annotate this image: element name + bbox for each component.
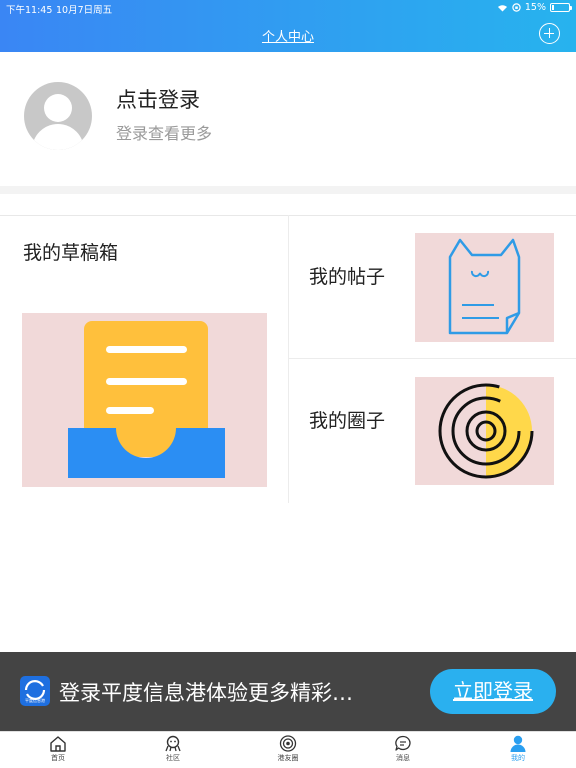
status-right: 15% [497, 2, 572, 13]
grid-divider-vertical [288, 215, 289, 503]
header: 下午11:45 10月7日周五 15% 个人中心 [0, 0, 576, 52]
wifi-icon [497, 3, 508, 12]
status-date: 10月7日周五 [56, 5, 113, 16]
person-icon [510, 735, 526, 752]
status-bar: 下午11:45 10月7日周五 15% [0, 0, 576, 16]
grid-divider-horizontal [289, 358, 576, 359]
circles-label[interactable]: 我的圈子 [309, 406, 385, 433]
tab-bar: 首页 社区 港友圈 消息 我的 [0, 731, 576, 768]
battery-percent: 15% [524, 2, 546, 13]
circles-ring-icon[interactable] [415, 377, 554, 485]
friends-circle-icon [279, 735, 297, 752]
tab-messages-label: 消息 [396, 754, 410, 762]
posts-label[interactable]: 我的帖子 [309, 262, 385, 289]
app-logo-text: 平度信息港 [25, 698, 45, 703]
home-icon [50, 736, 66, 752]
community-icon [165, 735, 181, 752]
banner-text: 登录平度信息港体验更多精彩… [59, 681, 353, 705]
tab-home-label: 首页 [51, 754, 65, 762]
message-icon [395, 735, 411, 751]
battery-level [552, 5, 554, 10]
page-title: 个人中心 [261, 30, 314, 45]
add-button[interactable] [539, 23, 560, 44]
app-logo-icon: 平度信息港 [20, 676, 50, 706]
tab-community-label: 社区 [166, 754, 180, 762]
section-divider [0, 186, 576, 194]
tab-mine[interactable]: 我的 [488, 735, 548, 768]
profile-login-section[interactable]: 点击登录 登录查看更多 [0, 52, 576, 186]
drafts-inbox-icon[interactable] [22, 313, 267, 487]
login-subtitle: 登录查看更多 [116, 124, 213, 143]
tab-home[interactable]: 首页 [28, 735, 88, 768]
tab-community[interactable]: 社区 [143, 735, 203, 768]
tab-friends-circle-label: 港友圈 [277, 754, 299, 762]
login-title[interactable]: 点击登录 [116, 84, 200, 114]
posts-cat-note-icon[interactable] [415, 233, 554, 342]
avatar-body [32, 124, 84, 150]
login-now-button[interactable]: 立即登录 [430, 669, 556, 714]
avatar-head [44, 94, 72, 122]
status-time: 下午11:45 [6, 5, 53, 16]
avatar[interactable] [24, 82, 92, 150]
tab-friends-circle[interactable]: 港友圈 [258, 735, 318, 768]
tab-mine-label: 我的 [511, 754, 525, 762]
battery-icon [550, 3, 572, 12]
tab-messages[interactable]: 消息 [373, 735, 433, 768]
drafts-label[interactable]: 我的草稿箱 [23, 238, 118, 265]
orientation-lock-icon [512, 3, 521, 12]
